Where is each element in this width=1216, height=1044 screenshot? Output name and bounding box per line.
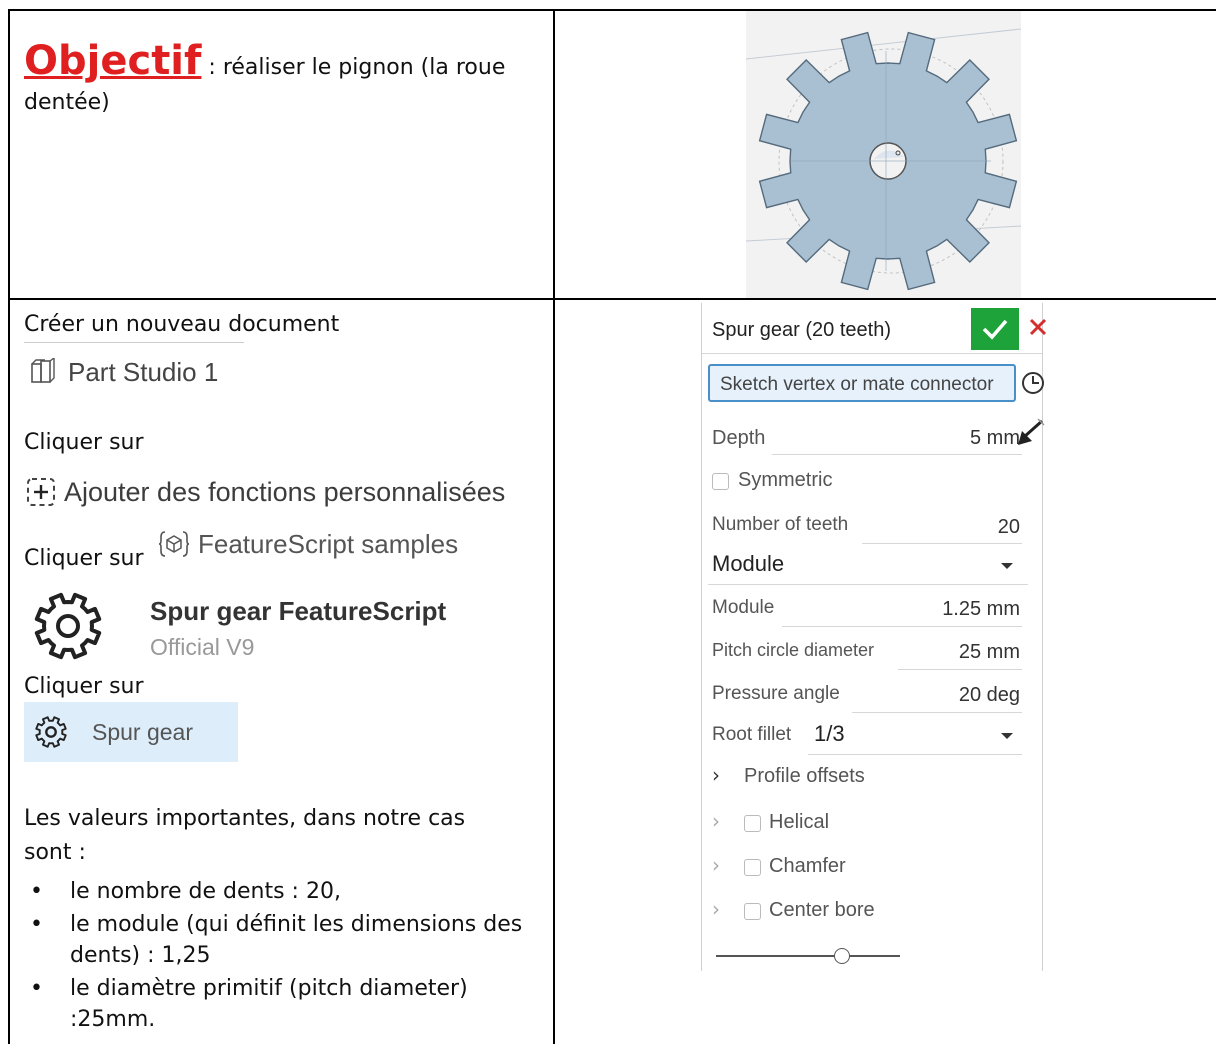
check-icon xyxy=(982,319,1008,340)
table-border-middle xyxy=(553,9,555,1044)
helical-chevron-icon[interactable]: › xyxy=(712,809,720,833)
profile-offsets-chevron-icon[interactable]: › xyxy=(712,763,720,787)
teeth-label: Number of teeth xyxy=(712,514,849,535)
vertex-input-placeholder: Sketch vertex or mate connector xyxy=(720,374,994,395)
close-icon xyxy=(1029,318,1047,336)
mode-select[interactable]: Module xyxy=(712,551,784,577)
spur-gear-menu-label: Spur gear xyxy=(92,718,194,745)
spur-gear-featurescript-entry[interactable]: Spur gear FeatureScript Official V9 xyxy=(32,590,512,662)
featurescript-samples-link[interactable]: FeatureScript samples xyxy=(158,526,458,562)
objective-heading: Objectif xyxy=(24,38,202,84)
depth-underline xyxy=(772,454,1022,455)
clock-icon[interactable] xyxy=(1020,370,1046,396)
featurescript-icon xyxy=(158,531,190,557)
root-fillet-dropdown-icon[interactable] xyxy=(1000,731,1014,741)
root-fillet-label: Root fillet xyxy=(712,724,792,745)
helical-label: Helical xyxy=(769,811,830,833)
spur-gear-menu-item[interactable]: Spur gear xyxy=(24,702,238,762)
step-click-1: Cliquer sur xyxy=(24,430,144,455)
add-functions-button[interactable]: Ajouter des fonctions personnalisées xyxy=(26,474,505,510)
center-bore-checkbox[interactable] xyxy=(744,903,761,920)
spur-gear-fs-title: Spur gear FeatureScript xyxy=(150,596,447,626)
root-fillet-underline xyxy=(808,754,1022,755)
pressure-value[interactable]: 20 deg xyxy=(959,684,1020,707)
helical-checkbox[interactable] xyxy=(744,815,761,832)
gear-icon-outline xyxy=(34,592,102,660)
pitch-value[interactable]: 25 mm xyxy=(959,641,1020,664)
slider-track[interactable] xyxy=(716,955,900,957)
create-doc-underline xyxy=(24,342,244,343)
gear-icon-outline xyxy=(35,716,67,748)
center-bore-label: Center bore xyxy=(769,899,875,921)
root-fillet-value[interactable]: 1/3 xyxy=(814,721,845,747)
step-create-doc: Créer un nouveau document xyxy=(24,312,340,337)
bullet-module: le module (qui définit les dimensions de… xyxy=(24,909,534,971)
teeth-underline xyxy=(862,543,1022,544)
bullet-pitch: le diamètre primitif (pitch diameter) :2… xyxy=(24,973,534,1035)
part-studio-icon xyxy=(31,358,55,383)
bullet-teeth: le nombre de dents : 20, xyxy=(24,876,534,907)
step-click-2: Cliquer sur xyxy=(24,546,144,571)
direction-arrow-icon[interactable] xyxy=(1014,417,1046,449)
teeth-value[interactable]: 20 xyxy=(998,516,1020,539)
pitch-underline xyxy=(898,669,1022,670)
add-functions-label: Ajouter des fonctions personnalisées xyxy=(64,476,506,507)
gear-large-icon xyxy=(34,592,102,660)
module-value[interactable]: 1.25 mm xyxy=(942,598,1020,621)
mode-dropdown-icon[interactable] xyxy=(1000,561,1014,571)
gear-small-icon xyxy=(35,716,67,748)
cancel-button[interactable] xyxy=(1028,317,1052,341)
values-bullet-list: le nombre de dents : 20, le module (qui … xyxy=(24,876,534,1035)
module-underline xyxy=(782,626,1022,627)
table-border-top xyxy=(8,9,1216,11)
confirm-button[interactable] xyxy=(971,308,1019,350)
depth-value[interactable]: 5 mm xyxy=(970,427,1020,450)
table-border-left xyxy=(8,9,10,1044)
objective-line1: Objectif : réaliser le pignon (la roue xyxy=(24,38,505,84)
add-dashed-box-icon xyxy=(27,478,55,506)
mode-underline xyxy=(708,584,1028,585)
values-intro-line2: sont : xyxy=(24,840,86,865)
vertex-input[interactable]: Sketch vertex or mate connector xyxy=(708,364,1016,402)
part-studio-label: Part Studio 1 xyxy=(68,356,219,387)
featurescript-samples-label: FeatureScript samples xyxy=(198,528,459,559)
symmetric-label: Symmetric xyxy=(738,469,833,491)
objective-text: : réaliser le pignon (la roue xyxy=(201,55,506,80)
spur-gear-panel: Spur gear (20 teeth) Sketch vertex or ma… xyxy=(701,303,1047,971)
spur-gear-fs-version: Official V9 xyxy=(150,634,255,660)
table-row-divider xyxy=(8,298,1216,300)
center-bore-chevron-icon[interactable]: › xyxy=(712,897,720,921)
gear-image xyxy=(746,11,1021,298)
profile-offsets-label[interactable]: Profile offsets xyxy=(744,765,865,788)
pressure-underline xyxy=(852,712,1022,713)
module-label: Module xyxy=(712,597,775,618)
pitch-label: Pitch circle diameter xyxy=(712,640,875,660)
depth-label: Depth xyxy=(712,427,766,449)
gear-render xyxy=(746,28,1021,291)
panel-title: Spur gear (20 teeth) xyxy=(712,319,891,341)
symmetric-checkbox[interactable] xyxy=(712,473,729,490)
values-intro-line1: Les valeurs importantes, dans notre cas xyxy=(24,806,466,831)
chamfer-checkbox[interactable] xyxy=(744,859,761,876)
step-click-3: Cliquer sur xyxy=(24,674,144,699)
objective-text-line2: dentée) xyxy=(24,90,110,115)
pressure-label: Pressure angle xyxy=(712,683,840,704)
slider-handle[interactable] xyxy=(834,948,850,964)
part-studio-tab[interactable]: Part Studio 1 xyxy=(30,354,218,390)
chamfer-chevron-icon[interactable]: › xyxy=(712,853,720,877)
chamfer-label: Chamfer xyxy=(769,855,846,877)
title-divider xyxy=(702,353,1042,354)
